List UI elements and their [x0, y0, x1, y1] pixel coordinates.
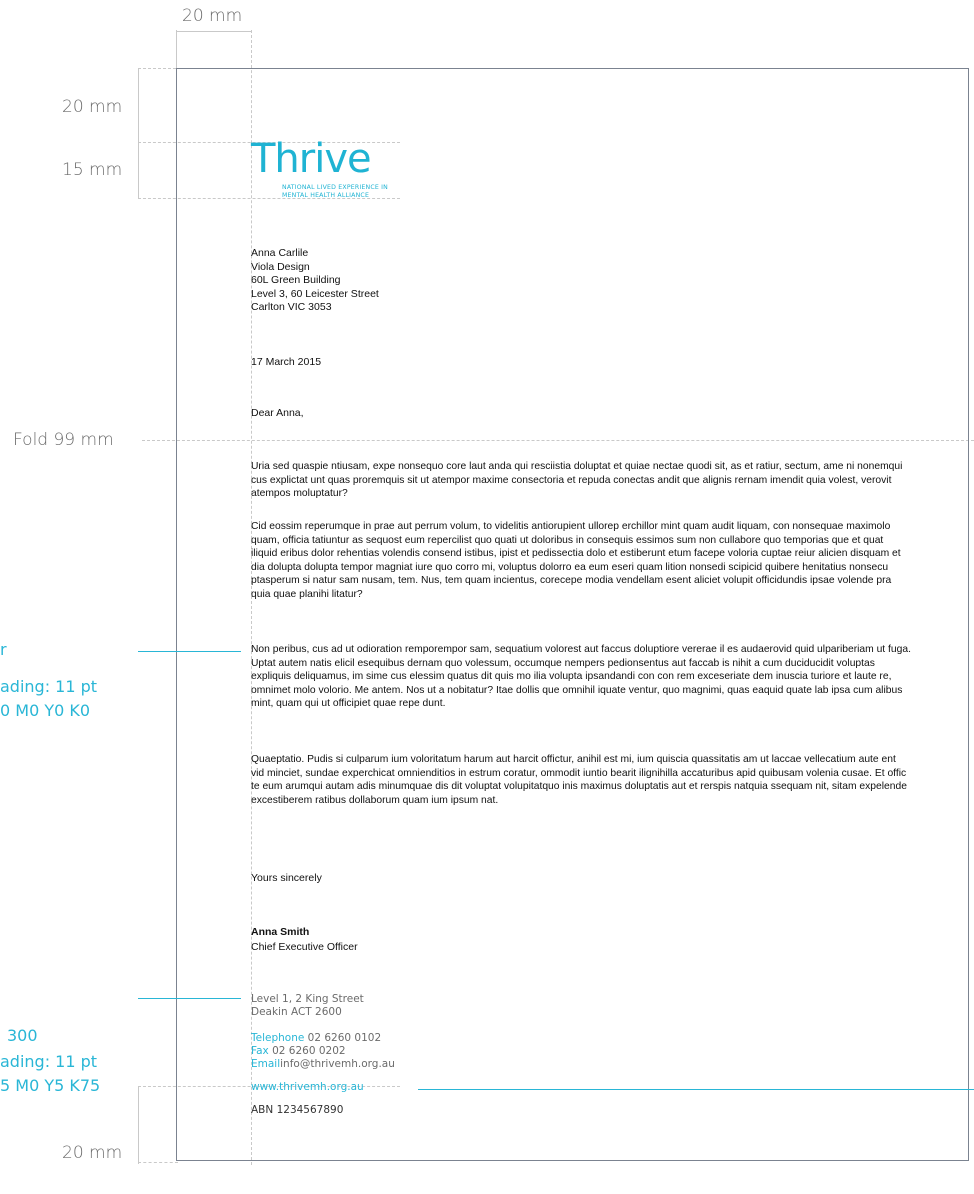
footer-fax: Fax 02 6260 0202: [251, 1045, 346, 1058]
body-paragraph-4: Quaeptatio. Pudis si culparum ium volori…: [251, 754, 907, 806]
signatory-title: Chief Executive Officer: [251, 941, 358, 953]
top-margin-guide: [138, 68, 176, 69]
footer-abn: ABN 1234567890: [251, 1104, 344, 1116]
logo-tagline-2: MENTAL HEALTH ALLIANCE: [282, 192, 370, 199]
recipient-line: Level 3, 60 Leicester Street: [251, 287, 379, 300]
recipient-line: Viola Design: [251, 260, 310, 273]
recipient-address: Anna Carlile Viola Design 60L Green Buil…: [251, 247, 379, 315]
body-spec-line-1: r: [0, 640, 7, 659]
footer-email: Emailinfo@thrivemh.org.au: [251, 1058, 395, 1071]
telephone-label: Telephone: [251, 1032, 305, 1044]
body-paragraph-3: Non peribus, cus ad ut odioration rempor…: [251, 644, 911, 709]
body-paragraph-2: Cid eossim reperumque in prae aut perrum…: [251, 521, 901, 600]
top-dimension-line: [176, 31, 252, 32]
fax-number: 02 6260 0202: [272, 1045, 346, 1057]
body-paragraph-1: Uria sed quaspie ntiusam, expe nonsequo …: [251, 461, 903, 499]
footer-website: www.thrivemh.org.au: [251, 1081, 364, 1093]
letter-date: 17 March 2015: [251, 356, 322, 368]
recipient-line: 60L Green Building: [251, 274, 341, 286]
body-spec-line-2: ading: 11 pt: [0, 677, 98, 696]
fax-label: Fax: [251, 1045, 269, 1057]
top-margin-label: 20 mm: [62, 97, 123, 117]
footer-spec-line-2: ading: 11 pt: [0, 1052, 98, 1071]
signatory-name: Anna Smith: [251, 926, 310, 938]
footer-telephone: Telephone 02 6260 0102: [251, 1032, 381, 1045]
closing: Yours sincerely: [251, 872, 322, 884]
left-margin-label: 20 mm: [182, 6, 243, 26]
salutation: Dear Anna,: [251, 407, 304, 419]
logo-wordmark: Thrive: [251, 136, 372, 182]
footer-spec-line-1: 300: [7, 1026, 38, 1045]
footer-spec-leader: [138, 998, 241, 999]
email-address: info@thrivemh.org.au: [280, 1058, 395, 1070]
body-spec-leader: [138, 651, 241, 652]
top-dimension-tick-left: [176, 30, 177, 68]
footer-spec-line-3: 5 M0 Y5 K75: [0, 1076, 101, 1095]
body-spec-line-3: 0 M0 Y0 K0: [0, 701, 91, 720]
email-label: Email: [251, 1058, 281, 1070]
bottom-margin-label: 20 mm: [62, 1143, 123, 1163]
footer-address-1: Level 1, 2 King Street: [251, 993, 364, 1005]
recipient-line: Anna Carlile: [251, 247, 309, 259]
left-dimension-tick: [138, 68, 139, 198]
bottom-dimension-tick: [138, 1086, 139, 1164]
logo-height-label: 15 mm: [62, 160, 123, 180]
footer-address-2: Deakin ACT 2600: [251, 1006, 342, 1018]
telephone-number: 02 6260 0102: [307, 1032, 382, 1044]
page-bottom-guide: [138, 1162, 178, 1163]
fold-label: Fold 99 mm: [13, 430, 114, 450]
website-leader: [418, 1089, 974, 1090]
logo-tagline-1: NATIONAL LIVED EXPERIENCE IN: [282, 184, 388, 191]
recipient-line: Carlton VIC 3053: [251, 301, 332, 313]
